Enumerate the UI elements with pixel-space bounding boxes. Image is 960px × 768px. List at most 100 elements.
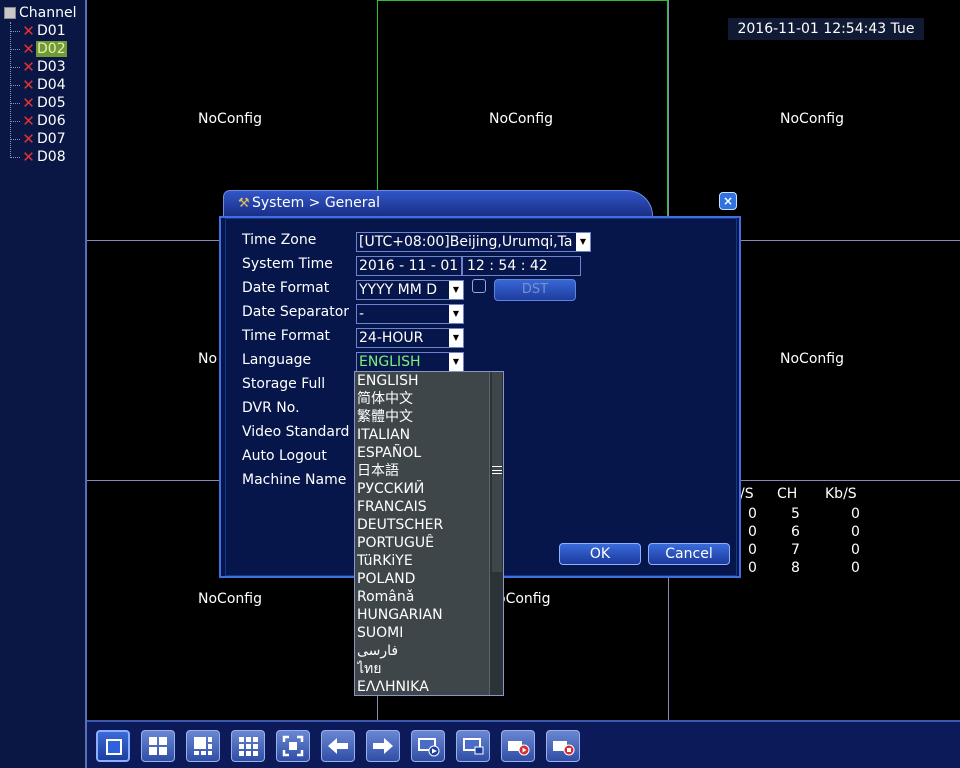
disconnected-icon: ✕	[22, 147, 35, 166]
quad-view-button[interactable]	[141, 730, 175, 762]
cell-status-2[interactable]: NoConfig	[489, 111, 553, 127]
language-option[interactable]: فارسی	[357, 642, 489, 660]
language-label: Language	[242, 352, 312, 368]
fullscreen-button[interactable]	[276, 730, 310, 762]
language-option[interactable]: ESPAÑOL	[357, 444, 489, 462]
cell-status-1[interactable]: NoConfig	[198, 111, 262, 127]
dropdown-arrow-icon[interactable]: ▼	[576, 233, 590, 251]
disconnected-icon: ✕	[22, 111, 35, 130]
previous-button[interactable]	[321, 730, 355, 762]
cancel-button[interactable]: Cancel	[648, 543, 730, 565]
arrow-right-icon	[373, 738, 393, 754]
language-option[interactable]: HUNGARIAN	[357, 606, 489, 624]
language-option[interactable]: DEUTSCHER	[357, 516, 489, 534]
language-select[interactable]: ENGLISH ▼	[356, 352, 464, 372]
stats-cell: 5	[791, 506, 800, 522]
time-zone-select[interactable]: [UTC+08:00]Beijing,Urumqi,Ta ▼	[356, 232, 591, 252]
scrollbar-thumb[interactable]	[492, 372, 502, 572]
language-option[interactable]: РУССКИЙ	[357, 480, 489, 498]
channel-item-d06[interactable]: ✕ D06	[10, 112, 67, 130]
quad-view-icon	[149, 737, 167, 755]
language-option[interactable]: SUOMI	[357, 624, 489, 642]
dialog-title-bar[interactable]: ⚒ System > General	[223, 190, 653, 216]
language-option[interactable]: Românǎ	[357, 588, 489, 606]
tools-icon: ⚒	[238, 196, 250, 211]
date-separator-select[interactable]: - ▼	[356, 304, 464, 324]
cell-status-7[interactable]: NoConfig	[198, 591, 262, 607]
system-time-label: System Time	[242, 256, 333, 272]
cell-status-3[interactable]: NoConfig	[780, 111, 844, 127]
language-option[interactable]: 日本語	[357, 462, 489, 480]
video-standard-label: Video Standard	[242, 424, 350, 440]
language-value: ENGLISH	[359, 354, 421, 370]
stop-record-button[interactable]	[546, 730, 580, 762]
six-view-icon	[194, 737, 212, 755]
disconnected-icon: ✕	[22, 39, 35, 58]
channel-item-d05[interactable]: ✕ D05	[10, 94, 67, 112]
tree-collapse-icon[interactable]	[4, 7, 16, 19]
channel-item-d07[interactable]: ✕ D07	[10, 130, 67, 148]
language-option[interactable]: TüRKiYE	[357, 552, 489, 570]
date-format-label: Date Format	[242, 280, 330, 296]
six-view-button[interactable]	[186, 730, 220, 762]
channel-item-d01[interactable]: ✕ D01	[10, 22, 67, 40]
channel-item-d04[interactable]: ✕ D04	[10, 76, 67, 94]
machine-name-label: Machine Name	[242, 472, 347, 488]
system-date-field[interactable]: 2016 - 11 - 01	[356, 256, 462, 276]
grip-icon	[492, 466, 502, 474]
record-button[interactable]	[501, 730, 535, 762]
single-view-button[interactable]	[96, 730, 130, 762]
stats-cell: 0	[748, 560, 757, 576]
language-option[interactable]: 简体中文	[357, 390, 489, 408]
stats-header-kbs: Kb/S	[825, 486, 857, 502]
channel-sidebar: Channel ✕ D01 ✕ D02 ✕ D03 ✕ D04 ✕ D05 ✕ D06 ✕ D…	[0, 0, 87, 768]
date-format-select[interactable]: YYYY MM D ▼	[356, 280, 464, 300]
channel-item-d03[interactable]: ✕ D03	[10, 58, 67, 76]
language-options: ENGLISH 简体中文 繁體中文 ITALIAN ESPAÑOL 日本語 РУССКИЙ F…	[357, 372, 489, 696]
language-option[interactable]: ΕΛΛΗΝΙΚΑ	[357, 678, 489, 696]
channel-item-d08[interactable]: ✕ D08	[10, 148, 67, 166]
fullscreen-icon	[282, 735, 304, 757]
cell-status-8[interactable]: oConfig	[497, 591, 550, 607]
language-option[interactable]: FRANCAIS	[357, 498, 489, 516]
language-option[interactable]: 繁體中文	[357, 408, 489, 426]
single-view-icon	[106, 739, 122, 755]
language-option[interactable]: ITALIAN	[357, 426, 489, 444]
dst-checkbox[interactable]	[472, 279, 486, 293]
time-zone-value: [UTC+08:00]Beijing,Urumqi,Ta	[359, 234, 573, 250]
stats-cell: 0	[851, 524, 860, 540]
monitor-button[interactable]	[456, 730, 490, 762]
dropdown-arrow-icon[interactable]: ▼	[449, 281, 463, 299]
bottom-toolbar	[87, 720, 960, 768]
playback-button[interactable]	[411, 730, 445, 762]
disconnected-icon: ✕	[22, 21, 35, 40]
time-format-select[interactable]: 24-HOUR ▼	[356, 328, 464, 348]
stats-header-ch: CH	[777, 486, 798, 502]
nine-view-button[interactable]	[231, 730, 265, 762]
language-option[interactable]: POLAND	[357, 570, 489, 588]
cell-status-6[interactable]: NoConfig	[780, 351, 844, 367]
language-scrollbar[interactable]	[489, 372, 503, 695]
channel-tree-root[interactable]: Channel	[4, 5, 76, 21]
stats-cell: 0	[851, 560, 860, 576]
cell-status-4[interactable]: No	[198, 351, 217, 367]
language-option[interactable]: ไทย	[357, 660, 489, 678]
close-icon[interactable]: ×	[719, 192, 737, 210]
system-clock-field[interactable]: 12 : 54 : 42	[462, 256, 581, 276]
disconnected-icon: ✕	[22, 75, 35, 94]
stats-cell: 0	[748, 542, 757, 558]
dropdown-arrow-icon[interactable]: ▼	[449, 329, 463, 347]
date-format-value: YYYY MM D	[359, 282, 438, 298]
dst-button[interactable]: DST	[494, 279, 576, 301]
dropdown-arrow-icon[interactable]: ▼	[449, 353, 463, 371]
language-dropdown-list: ENGLISH 简体中文 繁體中文 ITALIAN ESPAÑOL 日本語 РУССКИЙ F…	[354, 371, 504, 696]
time-format-label: Time Format	[242, 328, 331, 344]
next-button[interactable]	[366, 730, 400, 762]
language-option[interactable]: ENGLISH	[357, 372, 489, 390]
dvr-no-label: DVR No.	[242, 400, 300, 416]
channel-item-d02[interactable]: ✕ D02	[10, 40, 67, 58]
ok-button[interactable]: OK	[559, 543, 641, 565]
language-option[interactable]: PORTUGUÊ	[357, 534, 489, 552]
datetime-display: 2016-11-01 12:54:43 Tue	[728, 18, 924, 40]
dropdown-arrow-icon[interactable]: ▼	[449, 305, 463, 323]
